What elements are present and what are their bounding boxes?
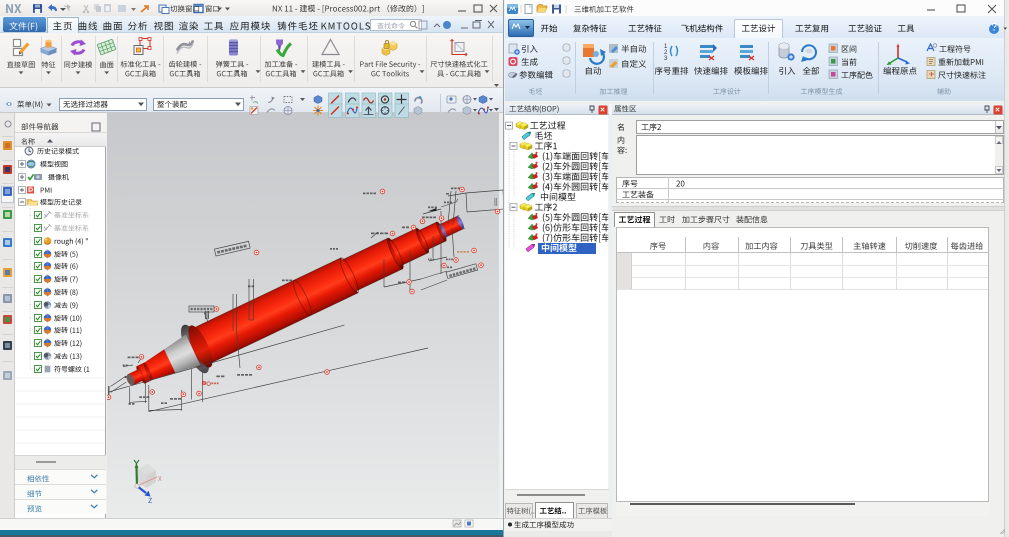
svg-text:3: 3 — [664, 56, 668, 62]
